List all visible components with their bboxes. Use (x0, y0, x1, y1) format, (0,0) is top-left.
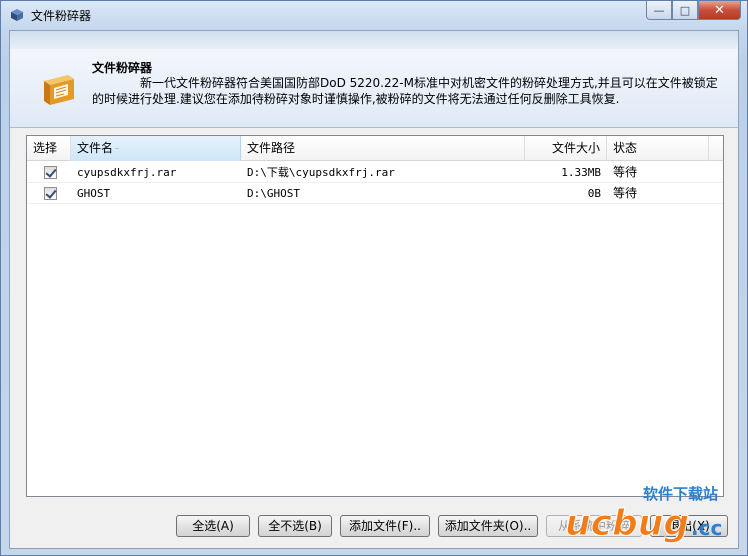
column-filler (709, 136, 723, 161)
close-icon: ✕ (714, 2, 725, 18)
add-folder-button[interactable]: 添加文件夹(O).. (438, 515, 538, 537)
row-file-name: GHOST (77, 187, 111, 200)
row-checkbox-cell (27, 183, 71, 204)
column-size[interactable]: 文件大小 (525, 136, 607, 161)
file-list[interactable]: 选择 文件名 ⁻ 文件路径 文件大小 状态 cyupsdkxfrj.rar D:\… (26, 135, 724, 497)
file-shredder-window: 文件粉碎器 — □ ✕ 文件粉碎器 新一代文件粉碎器符合美国国防部DoD 522… (0, 0, 748, 556)
window-title: 文件粉碎器 (31, 9, 92, 23)
watermark-suffix: .cc (691, 516, 722, 540)
maximize-button[interactable]: □ (672, 1, 698, 20)
column-status[interactable]: 状态 (607, 136, 709, 161)
header-description: 新一代文件粉碎器符合美国国防部DoD 5220.22-M标准中对机密文件的粉碎处… (92, 76, 718, 106)
ucbug-watermark-logo: 软件下载站 ucbug .cc (565, 485, 723, 545)
minimize-icon: — (653, 3, 665, 17)
table-row[interactable]: cyupsdkxfrj.rar D:\下载\cyupsdkxfrj.rar 1.… (27, 162, 723, 183)
row-status: 等待 (613, 165, 638, 179)
row-file-path: D:\GHOST (247, 187, 300, 200)
column-name-label: 文件名 (77, 141, 114, 155)
minimize-button[interactable]: — (646, 1, 672, 20)
watermark-brand: ucbug (565, 503, 689, 544)
header-title: 文件粉碎器 (92, 61, 153, 75)
select-none-button[interactable]: 全不选(B) (258, 515, 332, 537)
row-checkbox-cell (27, 162, 71, 183)
list-header: 选择 文件名 ⁻ 文件路径 文件大小 状态 (27, 136, 723, 161)
row-checkbox[interactable] (43, 187, 57, 200)
close-button[interactable]: ✕ (698, 1, 741, 20)
shredder-logo-icon (44, 75, 74, 105)
add-file-button[interactable]: 添加文件(F).. (340, 515, 430, 537)
row-file-size: 1.33MB (561, 166, 601, 179)
column-path[interactable]: 文件路径 (241, 136, 525, 161)
sort-indicator-icon: ⁻ (115, 145, 120, 154)
row-checkbox[interactable] (43, 166, 57, 179)
title-bar[interactable]: 文件粉碎器 — □ ✕ (1, 1, 747, 29)
row-status: 等待 (613, 186, 638, 200)
row-file-size: 0B (587, 187, 601, 200)
table-row[interactable]: GHOST D:\GHOST 0B 等待 (27, 183, 723, 204)
maximize-icon: □ (679, 3, 691, 17)
row-file-path: D:\下载\cyupsdkxfrj.rar (247, 166, 395, 179)
client-area: 文件粉碎器 新一代文件粉碎器符合美国国防部DoD 5220.22-M标准中对机密… (9, 30, 739, 549)
watermark-tagline: 软件下载站 (643, 485, 718, 503)
header-band (10, 31, 738, 49)
row-file-name: cyupsdkxfrj.rar (77, 166, 177, 179)
select-all-button[interactable]: 全选(A) (176, 515, 250, 537)
column-select[interactable]: 选择 (27, 136, 71, 161)
header-panel: 文件粉碎器 新一代文件粉碎器符合美国国防部DoD 5220.22-M标准中对机密… (10, 31, 738, 128)
column-name[interactable]: 文件名 ⁻ (71, 136, 241, 161)
app-icon (11, 9, 23, 21)
